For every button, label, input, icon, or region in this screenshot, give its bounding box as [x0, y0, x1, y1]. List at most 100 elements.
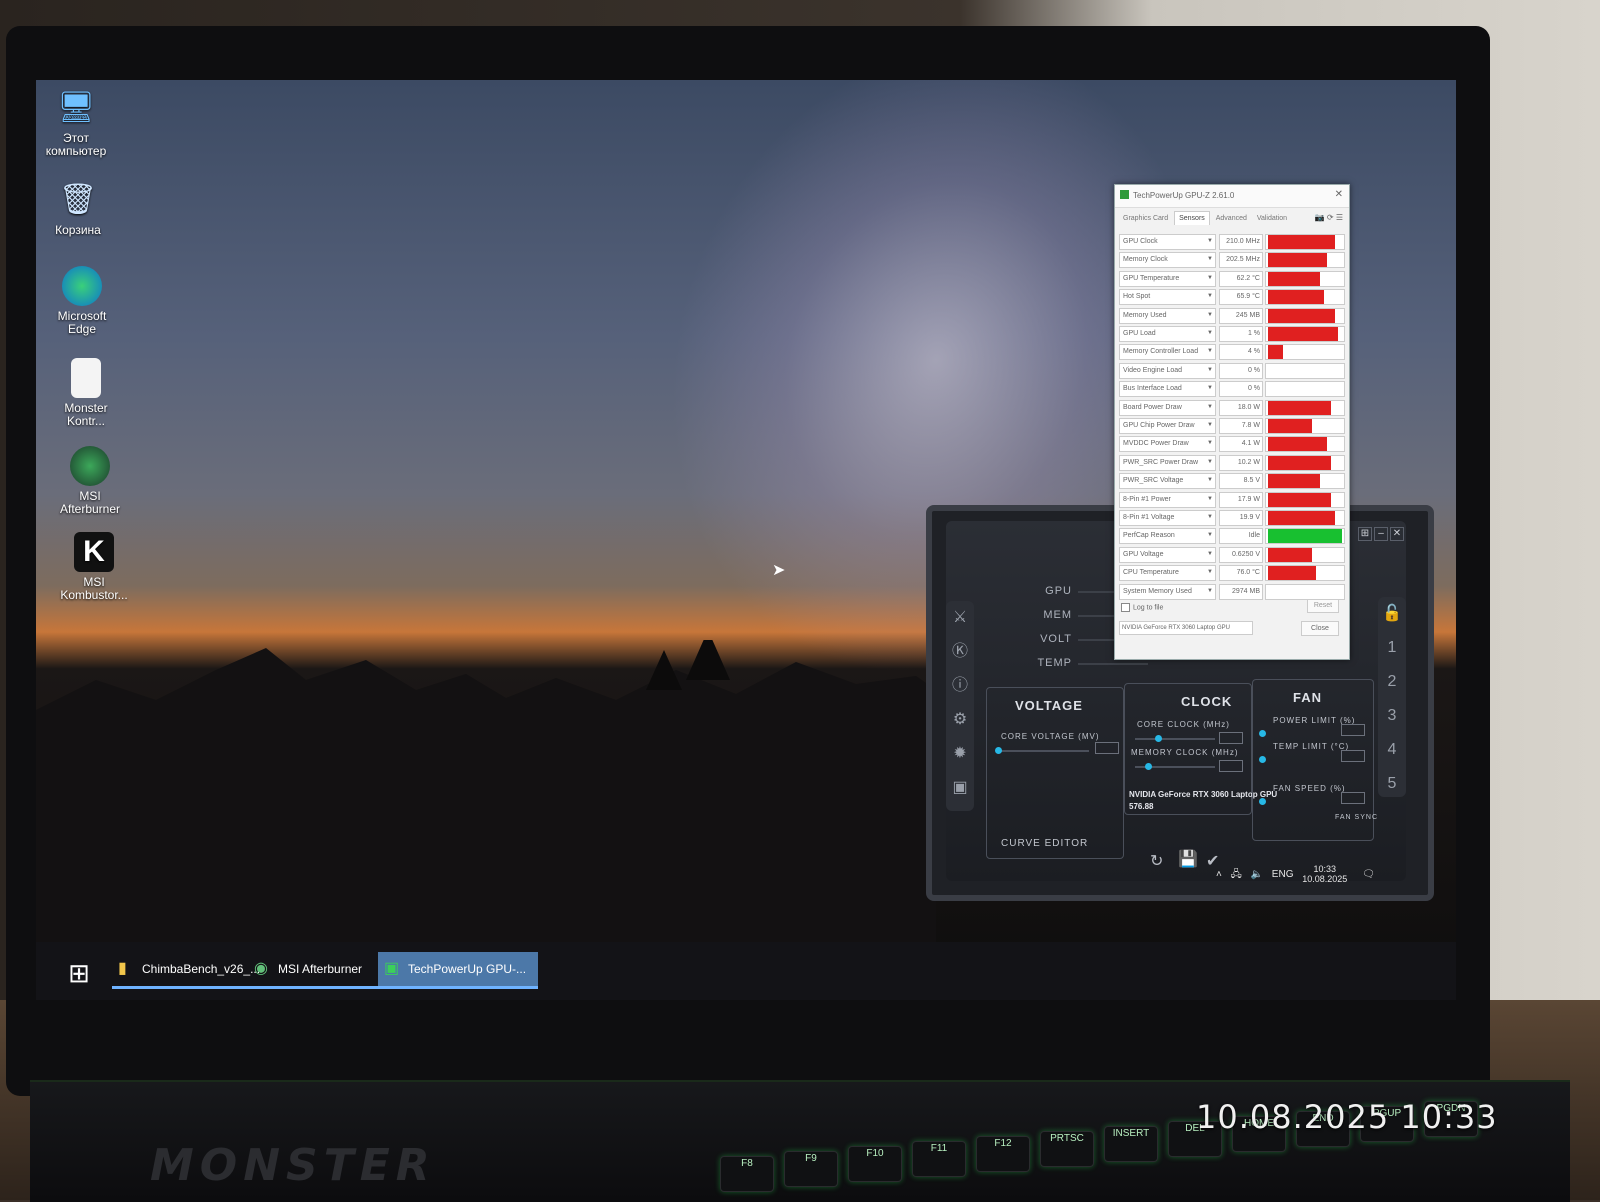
notification-icon[interactable]: 🗨 [1362, 869, 1375, 880]
chevron-down-icon[interactable]: ▼ [1207, 363, 1213, 378]
sensor-name[interactable]: GPU Temperature [1119, 270, 1216, 287]
close-icon[interactable]: ✕ [1390, 527, 1404, 541]
fan-speed-input[interactable] [1341, 792, 1365, 804]
profile-5-button[interactable]: 5 [1378, 767, 1406, 801]
kboost-icon[interactable]: ⚔ [946, 601, 974, 635]
sensor-name[interactable]: Hot Spot [1119, 289, 1216, 306]
temp-limit-input[interactable] [1341, 750, 1365, 762]
sensor-name[interactable]: PWR_SRC Power Draw [1119, 454, 1216, 471]
sensor-name[interactable]: Memory Controller Load [1119, 344, 1216, 361]
tab-validation[interactable]: Validation [1253, 212, 1291, 225]
sensor-name[interactable]: Board Power Draw [1119, 399, 1216, 416]
desktop-icon-recycle-bin[interactable]: 🗑 Корзина [38, 180, 118, 237]
monitor-icon[interactable]: ▣ [946, 771, 974, 805]
chevron-down-icon[interactable]: ▼ [1207, 400, 1213, 415]
chevron-down-icon[interactable]: ▼ [1207, 492, 1213, 507]
sensor-name[interactable]: Memory Used [1119, 307, 1216, 324]
info-icon[interactable]: ⓘ [946, 669, 974, 703]
chevron-down-icon[interactable]: ▼ [1207, 308, 1213, 323]
memory-clock-input[interactable] [1219, 760, 1243, 772]
sensor-name[interactable]: Video Engine Load [1119, 362, 1216, 379]
gpuz-titlebar[interactable]: TechPowerUp GPU-Z 2.61.0 ✕ [1115, 185, 1349, 208]
profile-2-button[interactable]: 2 [1378, 665, 1406, 699]
chevron-down-icon[interactable]: ▼ [1207, 584, 1213, 599]
power-limit-knob[interactable] [1259, 730, 1266, 737]
checkbox[interactable] [1121, 603, 1130, 612]
profile-1-button[interactable]: 1 [1378, 631, 1406, 665]
sensor-name[interactable]: GPU Load [1119, 326, 1216, 342]
windows-icon[interactable]: ⊞ [1358, 527, 1372, 541]
sensor-name[interactable]: PerfCap Reason [1119, 528, 1216, 545]
chevron-down-icon[interactable]: ▼ [1207, 252, 1213, 267]
core-clock-knob[interactable] [1155, 735, 1162, 742]
curve-editor-button[interactable]: CURVE EDITOR [1001, 838, 1088, 849]
refresh-icon[interactable]: ⟳ [1327, 213, 1334, 222]
power-limit-input[interactable] [1341, 724, 1365, 736]
gpuz-window[interactable]: TechPowerUp GPU-Z 2.61.0 ✕ Graphics Card… [1114, 184, 1350, 660]
chevron-down-icon[interactable]: ▼ [1207, 528, 1213, 543]
core-clock-input[interactable] [1219, 732, 1243, 744]
close-button[interactable]: Close [1301, 621, 1339, 636]
sensor-name[interactable]: MVDDC Power Draw [1119, 436, 1216, 453]
windows-start-icon[interactable]: ⊞ [64, 958, 94, 988]
desktop-icon-monster-kontrol[interactable]: Monster Kontr... [46, 358, 126, 428]
k-icon[interactable]: Ⓚ [946, 635, 974, 669]
chevron-up-icon[interactable]: ˄ [1216, 869, 1222, 880]
core-clock-slider[interactable] [1135, 738, 1215, 740]
sensor-name[interactable]: GPU Chip Power Draw [1119, 418, 1216, 434]
camera-icon[interactable]: 📷 [1315, 213, 1325, 222]
chevron-down-icon[interactable]: ▼ [1207, 344, 1213, 359]
chevron-down-icon[interactable]: ▼ [1207, 381, 1213, 396]
tray-clock[interactable]: 10:33 10.08.2025 [1302, 864, 1353, 884]
chevron-down-icon[interactable]: ▼ [1207, 473, 1213, 488]
chevron-down-icon[interactable]: ▼ [1207, 271, 1213, 286]
core-voltage-input[interactable] [1095, 742, 1119, 754]
chevron-down-icon[interactable]: ▼ [1207, 326, 1213, 341]
log-to-file-checkbox[interactable]: Log to file [1121, 603, 1163, 612]
volume-icon[interactable]: 🔈 [1251, 869, 1263, 880]
core-voltage-slider[interactable] [999, 750, 1089, 752]
tab-advanced[interactable]: Advanced [1212, 212, 1251, 225]
gpu-select-dropdown[interactable]: NVIDIA GeForce RTX 3060 Laptop GPU [1119, 621, 1253, 635]
desktop-icon-computer[interactable]: 🖥 Этот компьютер [36, 88, 116, 158]
sensor-name[interactable]: GPU Voltage [1119, 546, 1216, 563]
chevron-down-icon[interactable]: ▼ [1207, 234, 1213, 249]
chevron-down-icon[interactable]: ▼ [1207, 289, 1213, 304]
save-icon[interactable]: 💾 [1178, 849, 1198, 869]
sensor-name[interactable]: PWR_SRC Voltage [1119, 473, 1216, 490]
memory-clock-knob[interactable] [1145, 763, 1152, 770]
chevron-down-icon[interactable]: ▼ [1207, 565, 1213, 580]
profile-4-button[interactable]: 4 [1378, 733, 1406, 767]
chevron-down-icon[interactable]: ▼ [1207, 436, 1213, 451]
oc-scanner-icon[interactable]: ⚙ [946, 703, 974, 737]
tab-graphics-card[interactable]: Graphics Card [1119, 212, 1172, 225]
close-icon[interactable]: ✕ [1335, 189, 1343, 200]
chevron-down-icon[interactable]: ▼ [1207, 455, 1213, 470]
taskbar-item-gpuz[interactable]: ▣ TechPowerUp GPU-... [378, 952, 538, 989]
sensor-name[interactable]: CPU Temperature [1119, 565, 1216, 582]
network-icon[interactable]: 🖧 [1231, 869, 1242, 880]
menu-icon[interactable]: ☰ [1336, 213, 1343, 222]
sensor-name[interactable]: 8-Pin #1 Power [1119, 491, 1216, 508]
sensor-name[interactable]: Memory Clock [1119, 252, 1216, 269]
temp-limit-knob[interactable] [1259, 756, 1266, 763]
desktop-icon-afterburner[interactable]: MSI Afterburner [50, 446, 130, 516]
fan-sync-button[interactable]: FAN SYNC [1335, 814, 1378, 821]
tab-sensors[interactable]: Sensors [1174, 211, 1210, 225]
settings-gear-icon[interactable]: ✹ [946, 737, 974, 771]
desktop-icon-edge[interactable]: Microsoft Edge [42, 266, 122, 336]
minimize-button[interactable]: – [1374, 527, 1388, 541]
chevron-down-icon[interactable]: ▼ [1207, 418, 1213, 433]
reset-icon[interactable]: ↻ [1150, 851, 1163, 871]
language-indicator[interactable]: ENG [1272, 869, 1294, 880]
core-voltage-knob[interactable] [995, 747, 1002, 754]
sensor-name[interactable]: GPU Clock [1119, 234, 1216, 250]
sensor-name[interactable]: 8-Pin #1 Voltage [1119, 510, 1216, 526]
chevron-down-icon[interactable]: ▼ [1207, 510, 1213, 525]
profile-3-button[interactable]: 3 [1378, 699, 1406, 733]
sensor-name[interactable]: Bus Interface Load [1119, 381, 1216, 398]
reset-button[interactable]: Reset [1307, 599, 1339, 613]
desktop-icon-kombustor[interactable]: K MSI Kombustor... [54, 532, 134, 602]
lock-icon[interactable]: 🔓 [1378, 597, 1406, 631]
sensor-name[interactable]: System Memory Used [1119, 583, 1216, 600]
